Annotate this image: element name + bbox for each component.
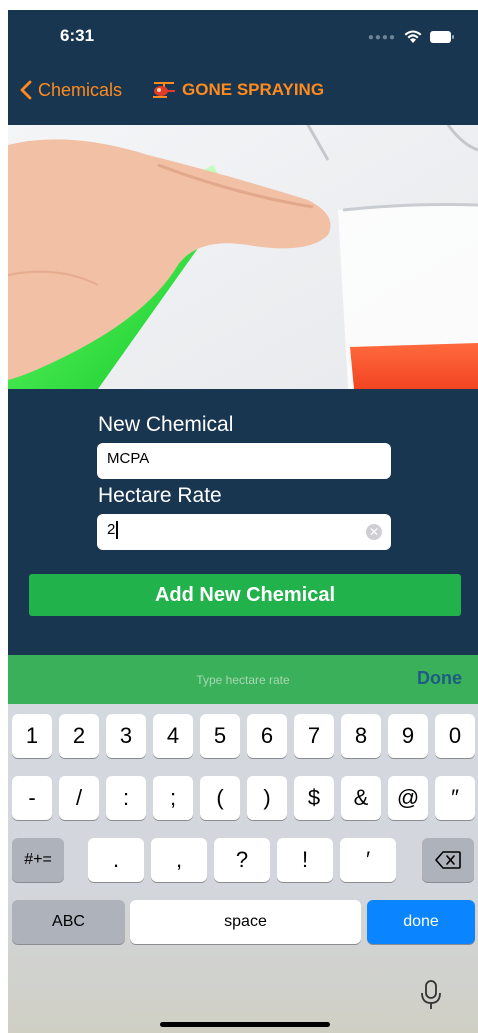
- accessory-done-button[interactable]: Done: [417, 668, 462, 689]
- brand: GONE SPRAYING: [150, 80, 324, 100]
- add-new-chemical-button[interactable]: Add New Chemical: [29, 574, 461, 616]
- keyboard: 1 2 3 4 5 6 7 8 9 0 - / : ; ( ) $ & @ ″ …: [8, 704, 478, 1033]
- wifi-icon: [404, 30, 422, 43]
- key-6[interactable]: 6: [247, 714, 287, 758]
- key-slash[interactable]: /: [59, 776, 99, 820]
- key-7[interactable]: 7: [294, 714, 334, 758]
- status-time: 6:31: [60, 26, 95, 45]
- key-period[interactable]: .: [88, 838, 144, 882]
- back-chevron-icon: [20, 80, 32, 100]
- microphone-icon[interactable]: [420, 980, 442, 1010]
- key-exclamation[interactable]: !: [277, 838, 333, 882]
- key-3[interactable]: 3: [106, 714, 146, 758]
- key-5[interactable]: 5: [200, 714, 240, 758]
- key-colon[interactable]: :: [106, 776, 146, 820]
- key-ampersand[interactable]: &: [341, 776, 381, 820]
- key-open-paren[interactable]: (: [200, 776, 240, 820]
- key-close-paren[interactable]: ): [247, 776, 287, 820]
- back-button[interactable]: Chemicals: [20, 80, 122, 101]
- key-2[interactable]: 2: [59, 714, 99, 758]
- app-screen: 6:31 ●●●● Chemicals GONE SPRAYING New Ch…: [0, 0, 478, 1033]
- hectare-rate-label: Hectare Rate: [98, 484, 222, 507]
- chemical-name-value: MCPA: [107, 450, 150, 467]
- signal-dots-icon: ●●●●: [367, 31, 396, 43]
- accessory-placeholder: Type hectare rate: [196, 673, 290, 687]
- nav-bar: Chemicals GONE SPRAYING: [8, 70, 478, 110]
- back-label: Chemicals: [38, 79, 123, 100]
- chemical-name-input[interactable]: MCPA: [97, 443, 391, 479]
- chemical-form: New Chemical MCPA Hectare Rate 2 ✕ Add N…: [8, 389, 478, 655]
- brand-title: GONE SPRAYING: [182, 80, 325, 99]
- hectare-rate-value: 2: [107, 521, 116, 538]
- helicopter-icon: [153, 82, 176, 98]
- key-symbols-toggle[interactable]: #+=: [12, 838, 64, 882]
- key-hyphen[interactable]: -: [12, 776, 52, 820]
- hectare-rate-input[interactable]: 2 ✕: [97, 514, 391, 550]
- header: 6:31 ●●●● Chemicals GONE SPRAYING: [8, 10, 478, 125]
- chemistry-photo: [8, 125, 478, 389]
- key-dollar[interactable]: $: [294, 776, 334, 820]
- key-abc[interactable]: ABC: [12, 900, 125, 944]
- key-comma[interactable]: ,: [151, 838, 207, 882]
- home-indicator[interactable]: [160, 1022, 330, 1027]
- key-0[interactable]: 0: [435, 714, 475, 758]
- key-question[interactable]: ?: [214, 838, 270, 882]
- text-caret: [116, 521, 119, 540]
- key-done[interactable]: done: [367, 900, 475, 944]
- backspace-key[interactable]: [422, 838, 474, 882]
- hero-image: [8, 125, 478, 389]
- clear-icon[interactable]: ✕: [366, 524, 382, 540]
- key-4[interactable]: 4: [153, 714, 193, 758]
- key-semicolon[interactable]: ;: [153, 776, 193, 820]
- key-apostrophe[interactable]: ′: [340, 838, 396, 882]
- key-9[interactable]: 9: [388, 714, 428, 758]
- key-at[interactable]: @: [388, 776, 428, 820]
- backspace-icon: [435, 851, 461, 869]
- status-icons: ●●●●: [368, 30, 454, 44]
- key-double-quote[interactable]: ″: [435, 776, 475, 820]
- keyboard-accessory-bar: Type hectare rate Done: [8, 655, 478, 704]
- key-1[interactable]: 1: [12, 714, 52, 758]
- chemical-label: New Chemical: [98, 413, 234, 436]
- key-8[interactable]: 8: [341, 714, 381, 758]
- battery-icon: [430, 31, 454, 43]
- key-space[interactable]: space: [130, 900, 361, 944]
